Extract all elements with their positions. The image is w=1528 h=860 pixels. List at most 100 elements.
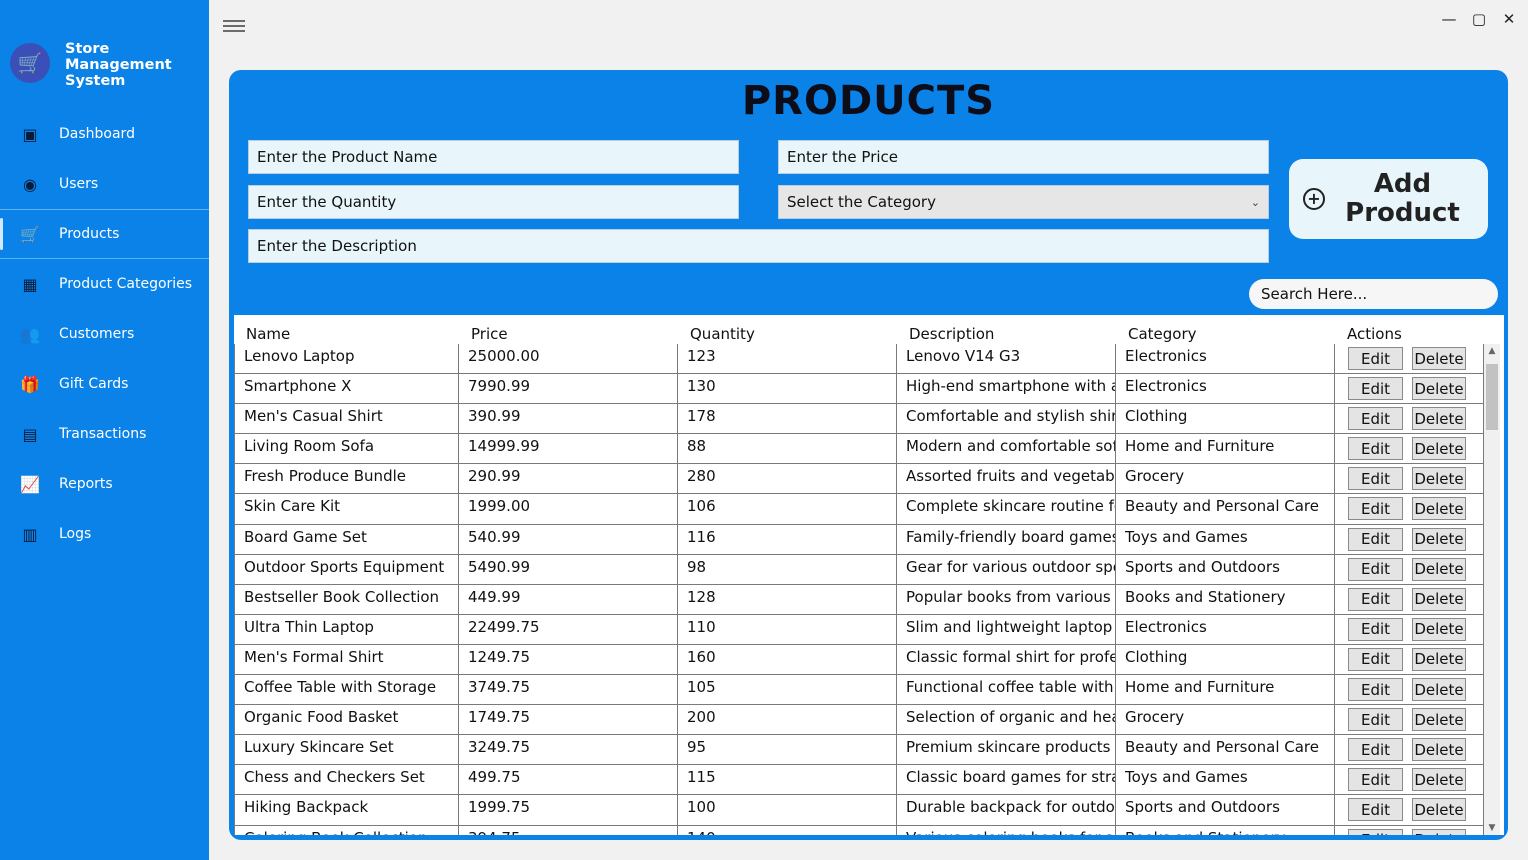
cell-name: Ultra Thin Laptop — [234, 614, 459, 644]
table-row[interactable]: Hiking Backpack 1999.75 100 Durable backpac… — [234, 795, 1484, 826]
delete-button[interactable]: Delete — [1412, 617, 1466, 641]
quantity-input[interactable]: Enter the Quantity — [248, 185, 739, 219]
category-select[interactable]: Select the Category ⌄ — [778, 185, 1269, 219]
scroll-down-icon[interactable]: ▼ — [1484, 823, 1500, 833]
column-header-name[interactable]: Name — [234, 315, 459, 345]
table-row[interactable]: Organic Food Basket 1749.75 200 Selection o… — [234, 705, 1484, 736]
delete-button[interactable]: Delete — [1412, 407, 1466, 431]
product-name-input[interactable]: Enter the Product Name — [248, 140, 739, 174]
edit-button[interactable]: Edit — [1348, 798, 1403, 822]
delete-button[interactable]: Delete — [1412, 647, 1466, 671]
edit-button[interactable]: Edit — [1348, 768, 1403, 792]
table-row[interactable]: Men's Formal Shirt 1249.75 160 Classic form… — [234, 644, 1484, 676]
edit-button[interactable]: Edit — [1348, 587, 1403, 611]
cell-description: Classic formal shirt for profess — [897, 644, 1116, 675]
table-row[interactable]: Outdoor Sports Equipment 5490.99 98 Gear fo… — [234, 554, 1484, 585]
delete-button[interactable]: Delete — [1412, 527, 1466, 551]
column-header-price[interactable]: Price — [459, 315, 678, 345]
edit-button[interactable]: Edit — [1348, 527, 1403, 551]
delete-button[interactable]: Delete — [1412, 678, 1466, 702]
edit-button[interactable]: Edit — [1348, 347, 1403, 370]
chevron-down-icon: ⌄ — [1250, 195, 1260, 209]
cell-description: Functional coffee table with bu — [897, 675, 1116, 705]
cell-description: Various coloring books for adu — [897, 825, 1116, 835]
sidebar-item-customers[interactable]: 👥 Customers — [0, 309, 209, 359]
edit-button[interactable]: Edit — [1348, 708, 1403, 732]
scroll-up-icon[interactable]: ▲ — [1484, 346, 1500, 356]
edit-button[interactable]: Edit — [1348, 647, 1403, 671]
cell-category: Clothing — [1116, 644, 1335, 675]
cell-price: 3249.75 — [459, 735, 678, 765]
table-row[interactable]: Bestseller Book Collection 449.99 128 Popul… — [234, 584, 1484, 615]
delete-button[interactable]: Delete — [1412, 768, 1466, 792]
cell-name: Coffee Table with Storage — [234, 675, 459, 705]
sidebar-item-reports[interactable]: 📈 Reports — [0, 459, 209, 509]
table-row[interactable]: Smartphone X 7990.99 130 High-end smartphon… — [234, 374, 1484, 405]
cell-actions: Edit Delete — [1335, 795, 1484, 825]
sidebar-item-product-categories[interactable]: ▦ Product Categories — [0, 259, 209, 309]
table-row[interactable]: Skin Care Kit 1999.00 106 Complete skincare… — [234, 494, 1484, 525]
column-header-actions[interactable]: Actions — [1335, 315, 1484, 345]
sidebar-item-dashboard[interactable]: ▣ Dashboard — [0, 109, 209, 159]
close-icon[interactable]: ✕ — [1500, 8, 1518, 30]
maximize-icon[interactable]: ▢ — [1470, 8, 1488, 30]
cell-quantity: 128 — [678, 584, 897, 614]
delete-button[interactable]: Delete — [1412, 497, 1466, 521]
table-row[interactable]: Men's Casual Shirt 390.99 178 Comfortable a… — [234, 404, 1484, 435]
products-table: Name Price Quantity Description Category Acti… — [234, 315, 1504, 835]
hamburger-menu-icon[interactable] — [223, 17, 245, 37]
delete-button[interactable]: Delete — [1412, 738, 1466, 762]
delete-button[interactable]: Delete — [1412, 347, 1466, 370]
delete-button[interactable]: Delete — [1412, 377, 1466, 401]
edit-button[interactable]: Edit — [1348, 557, 1403, 581]
cell-description: Selection of organic and health — [897, 705, 1116, 735]
delete-button[interactable]: Delete — [1412, 708, 1466, 732]
vertical-scrollbar[interactable]: ▲ ▼ — [1484, 344, 1500, 835]
minimize-icon[interactable]: — — [1440, 8, 1458, 30]
cell-actions: Edit Delete — [1335, 705, 1484, 735]
delete-button[interactable]: Delete — [1412, 437, 1466, 461]
table-row[interactable]: Lenovo Laptop 25000.00 123 Lenovo V14 G3 Ele… — [234, 344, 1484, 375]
cell-price: 449.99 — [459, 584, 678, 614]
table-row[interactable]: Chess and Checkers Set 499.75 115 Classic b… — [234, 765, 1484, 796]
delete-button[interactable]: Delete — [1412, 587, 1466, 611]
cell-quantity: 280 — [678, 464, 897, 494]
column-header-quantity[interactable]: Quantity — [678, 315, 897, 345]
brand-title: Store Management System — [65, 41, 172, 89]
edit-button[interactable]: Edit — [1348, 377, 1403, 401]
edit-button[interactable]: Edit — [1348, 407, 1403, 431]
search-input[interactable]: Search Here... — [1249, 279, 1498, 309]
edit-button[interactable]: Edit — [1348, 738, 1403, 762]
sidebar-item-products[interactable]: 🛒 Products — [0, 209, 209, 259]
table-row[interactable]: Board Game Set 540.99 116 Family-friendly b… — [234, 524, 1484, 555]
column-header-category[interactable]: Category — [1116, 315, 1335, 345]
delete-button[interactable]: Delete — [1412, 798, 1466, 822]
sidebar-item-transactions[interactable]: ▤ Transactions — [0, 409, 209, 459]
edit-button[interactable]: Edit — [1348, 497, 1403, 521]
edit-button[interactable]: Edit — [1348, 617, 1403, 641]
table-row[interactable]: Fresh Produce Bundle 290.99 280 Assorted fr… — [234, 464, 1484, 495]
delete-button[interactable]: Delete — [1412, 467, 1466, 491]
edit-button[interactable]: Edit — [1348, 678, 1403, 702]
cell-price: 540.99 — [459, 524, 678, 554]
sidebar-item-logs[interactable]: ▥ Logs — [0, 509, 209, 559]
column-header-description[interactable]: Description — [897, 315, 1116, 345]
table-row[interactable]: Coffee Table with Storage 3749.75 105 Funct… — [234, 675, 1484, 706]
table-row[interactable]: Living Room Sofa 14999.99 88 Modern and com… — [234, 434, 1484, 465]
price-input[interactable]: Enter the Price — [778, 140, 1269, 174]
delete-button[interactable]: Delete — [1412, 557, 1466, 581]
edit-button[interactable]: Edit — [1348, 467, 1403, 491]
add-product-button[interactable]: + Add Product — [1289, 159, 1488, 239]
scrollbar-thumb[interactable] — [1486, 364, 1498, 430]
table-row[interactable]: Ultra Thin Laptop 22499.75 110 Slim and lig… — [234, 614, 1484, 645]
sidebar-item-gift-cards[interactable]: 🎁 Gift Cards — [0, 359, 209, 409]
edit-button[interactable]: Edit — [1348, 437, 1403, 461]
cell-actions: Edit Delete — [1335, 765, 1484, 795]
edit-button[interactable]: Edit — [1348, 828, 1403, 835]
delete-button[interactable]: Delete — [1412, 828, 1466, 835]
table-row[interactable]: Coloring Book Collection394.75140Various… — [234, 825, 1484, 835]
table-row[interactable]: Luxury Skincare Set 3249.75 95 Premium skin… — [234, 735, 1484, 766]
cell-name: Lenovo Laptop — [234, 344, 459, 374]
description-input[interactable]: Enter the Description — [248, 229, 1269, 263]
sidebar-item-users[interactable]: ◉ Users — [0, 159, 209, 209]
